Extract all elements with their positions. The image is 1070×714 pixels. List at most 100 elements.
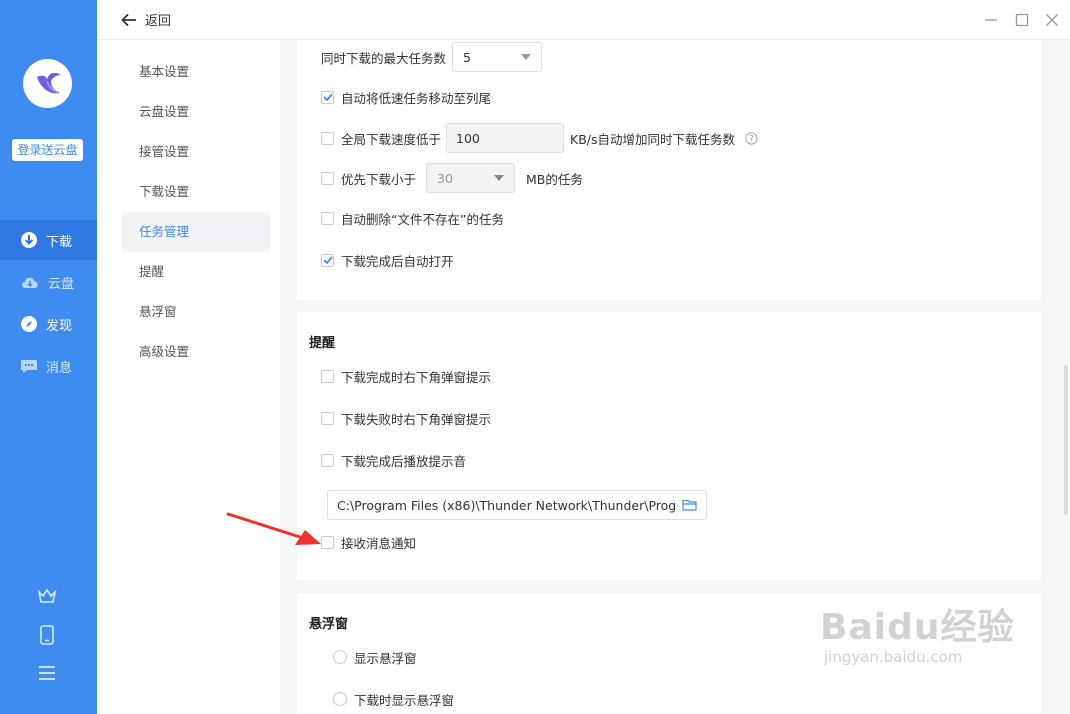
sidebar-item-takeover[interactable]: 接管设置: [121, 132, 271, 172]
sidebar-item-floating[interactable]: 悬浮窗: [121, 292, 271, 332]
cloud-icon: [22, 277, 38, 288]
play-sound-label: 下载完成后播放提示音: [341, 453, 467, 469]
play-sound-row[interactable]: 下载完成后播放提示音: [321, 451, 466, 469]
sidebar-item-advanced[interactable]: 高级设置: [121, 332, 271, 372]
global-speed-label: 全局下载速度低于: [341, 131, 442, 147]
sidebar-item-remind[interactable]: 提醒: [121, 252, 271, 292]
show-floating-downloading-row[interactable]: 下载时显示悬浮窗: [333, 690, 454, 708]
check-icon: [322, 256, 333, 264]
minimize-icon: [985, 19, 997, 21]
popup-fail-checkbox[interactable]: [321, 411, 334, 425]
left-nav: 登录送云盘 下载 云盘 发现 消息: [0, 0, 97, 714]
download-icon: [21, 232, 37, 248]
close-icon: [1046, 14, 1058, 26]
annotation-arrow: [226, 512, 321, 545]
nav-item-label: 消息: [46, 360, 73, 376]
mobile-button[interactable]: [36, 624, 58, 646]
nav-item-download[interactable]: 下载: [0, 220, 97, 260]
sound-path-field[interactable]: C:\Program Files (x86)\Thunder Network\T…: [327, 490, 707, 520]
floating-title: 悬浮窗: [309, 617, 349, 632]
remind-title: 提醒: [309, 336, 336, 351]
show-floating-radio[interactable]: [333, 650, 347, 664]
show-floating-downloading-label: 下载时显示悬浮窗: [354, 692, 455, 708]
nav-item-label: 发现: [46, 318, 73, 334]
main-menu-button[interactable]: [36, 662, 58, 684]
back-button[interactable]: 返回: [121, 10, 171, 29]
auto-delete-checkbox[interactable]: [321, 211, 334, 225]
auto-move-label: 自动将低速任务移动至列尾: [341, 90, 492, 106]
auto-delete-row[interactable]: 自动删除“文件不存在”的任务: [321, 209, 504, 227]
minimize-button[interactable]: [983, 12, 999, 28]
app-logo[interactable]: [23, 59, 72, 108]
popup-complete-label: 下载完成时右下角弹窗提示: [341, 369, 492, 385]
baidu-watermark: Baidu经验 jingyan.baidu.com: [820, 598, 1014, 666]
play-sound-checkbox[interactable]: [321, 453, 334, 467]
global-speed-checkbox[interactable]: [321, 131, 334, 145]
crown-icon: [37, 588, 57, 603]
sidebar-item-task-management[interactable]: 任务管理: [121, 212, 271, 252]
close-button[interactable]: [1044, 12, 1060, 28]
global-speed-suffix: KB/s自动增加同时下载任务数: [570, 131, 736, 147]
priority-suffix: MB的任务: [526, 171, 583, 187]
receive-msg-label: 接收消息通知: [341, 535, 417, 551]
auto-open-row[interactable]: 下载完成后自动打开: [321, 251, 454, 269]
priority-row: 优先下载小于 30 MB的任务: [321, 163, 583, 193]
top-bar: 返回: [97, 0, 1070, 40]
sidebar-item-download[interactable]: 下载设置: [121, 172, 271, 212]
sound-path-value: C:\Program Files (x86)\Thunder Network\T…: [337, 497, 676, 513]
priority-size-value: 30: [437, 170, 453, 186]
watermark-sub: jingyan.baidu.com: [824, 648, 963, 666]
global-speed-input[interactable]: 100: [446, 123, 565, 153]
show-floating-label: 显示悬浮窗: [354, 650, 417, 666]
popup-complete-row[interactable]: 下载完成时右下角弹窗提示: [321, 367, 491, 385]
folder-icon[interactable]: [682, 499, 697, 511]
chevron-down-icon: [521, 54, 532, 60]
nav-item-label: 下载: [46, 234, 73, 250]
bird-logo-icon: [36, 72, 61, 94]
priority-label: 优先下载小于: [341, 171, 417, 187]
maximize-icon: [1015, 13, 1029, 27]
auto-open-checkbox[interactable]: [321, 253, 334, 267]
max-tasks-value: 5: [463, 49, 471, 65]
popup-fail-row[interactable]: 下载失败时右下角弹窗提示: [321, 409, 491, 427]
chevron-down-icon: [494, 175, 505, 181]
content-scrollbar[interactable]: [1064, 365, 1068, 515]
nav-item-message[interactable]: 消息: [0, 346, 97, 386]
priority-checkbox[interactable]: [321, 171, 334, 185]
auto-move-row[interactable]: 自动将低速任务移动至列尾: [321, 88, 491, 106]
login-button[interactable]: 登录送云盘: [12, 139, 83, 161]
sidebar-item-basic[interactable]: 基本设置: [121, 52, 271, 92]
receive-msg-row[interactable]: 接收消息通知: [321, 533, 416, 551]
max-tasks-select[interactable]: 5: [452, 42, 543, 72]
check-icon: [322, 93, 333, 101]
svg-text:?: ?: [749, 134, 754, 144]
back-label: 返回: [145, 14, 172, 29]
show-floating-row[interactable]: 显示悬浮窗: [333, 648, 417, 666]
vip-crown-button[interactable]: [36, 585, 58, 607]
max-tasks-row: 同时下载的最大任务数 5: [321, 42, 543, 72]
arrow-left-icon: [121, 13, 136, 26]
show-floating-downloading-radio[interactable]: [333, 692, 347, 706]
help-icon[interactable]: ?: [745, 131, 758, 145]
auto-open-label: 下载完成后自动打开: [341, 253, 454, 269]
menu-icon: [39, 666, 55, 680]
message-icon: [21, 360, 37, 373]
task-management-card: 同时下载的最大任务数 5 自动将低速任务移动至列尾 全局下载速度低于 100 K…: [297, 40, 1041, 300]
maximize-button[interactable]: [1014, 12, 1030, 28]
settings-sidebar: 基本设置 云盘设置 接管设置 下载设置 任务管理 提醒 悬浮窗 高级设置: [97, 40, 280, 714]
popup-fail-label: 下载失败时右下角弹窗提示: [341, 411, 492, 427]
sidebar-item-cloud[interactable]: 云盘设置: [121, 92, 271, 132]
nav-item-label: 云盘: [48, 276, 75, 292]
global-speed-value: 100: [456, 130, 480, 146]
max-tasks-label: 同时下载的最大任务数: [321, 50, 447, 66]
nav-item-discover[interactable]: 发现: [0, 304, 97, 344]
auto-move-checkbox[interactable]: [321, 90, 334, 104]
watermark-main: Baidu经验: [820, 607, 1015, 648]
remind-card: 提醒 下载完成时右下角弹窗提示 下载失败时右下角弹窗提示 下载完成后播放提示音 …: [297, 312, 1041, 580]
priority-size-select[interactable]: 30: [426, 163, 516, 193]
compass-icon: [21, 316, 37, 332]
auto-delete-label: 自动删除“文件不存在”的任务: [341, 211, 504, 227]
popup-complete-checkbox[interactable]: [321, 369, 334, 383]
global-speed-row: 全局下载速度低于 100 KB/s自动增加同时下载任务数 ?: [321, 123, 758, 153]
nav-item-cloud[interactable]: 云盘: [0, 262, 97, 302]
